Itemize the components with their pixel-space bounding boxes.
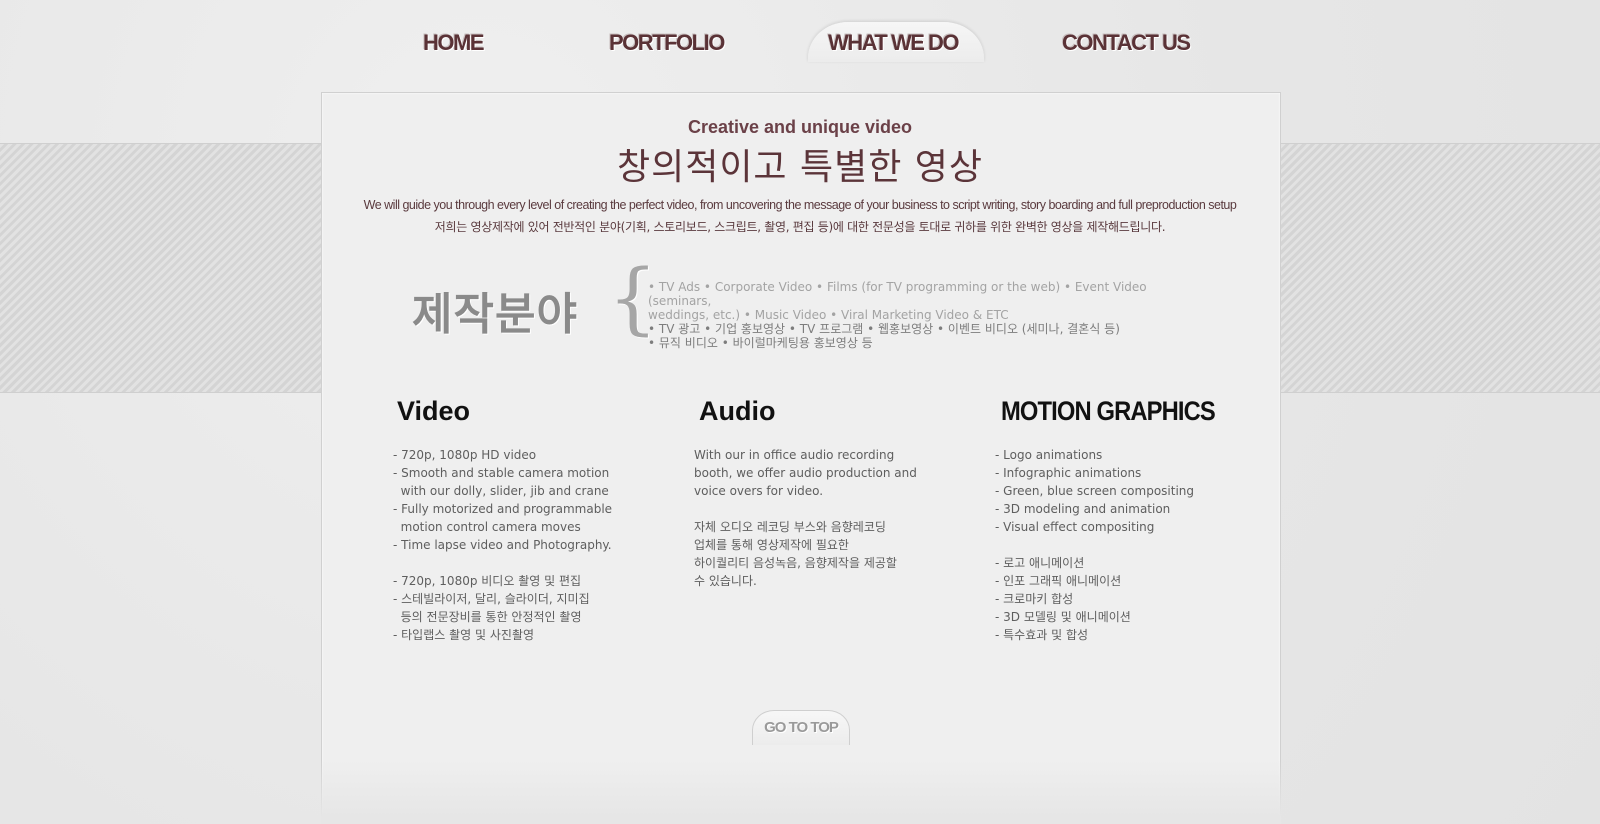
- motion-graphics-description: - Logo animations - Infographic animatio…: [995, 448, 1195, 642]
- production-fields-list: • TV Ads • Corporate Video • Films (for …: [648, 280, 1208, 350]
- nav-home[interactable]: HOME: [423, 30, 485, 56]
- page: HOME PORTFOLIO WHAT WE DO CONTACT US Cre…: [0, 0, 1600, 824]
- fields-ko-line-1: • TV 광고 • 기업 홍보영상 • TV 프로그램 • 웹홍보영상 • 이벤…: [648, 322, 1120, 336]
- video-description: - 720p, 1080p HD video - Smooth and stab…: [393, 448, 613, 642]
- motion-graphics-title: MOTION GRAPHICS: [1001, 396, 1216, 426]
- panel-bottom-fade: [321, 760, 1281, 824]
- fields-en-line-1: • TV Ads • Corporate Video • Films (for …: [648, 280, 1147, 308]
- nav-portfolio[interactable]: PORTFOLIO: [609, 30, 725, 56]
- page-title: 창의적이고 특별한 영상: [616, 147, 984, 188]
- audio-title: Audio: [699, 396, 776, 426]
- intro-text-en: We will guide you through every level of…: [363, 198, 1237, 212]
- fields-en-line-2: weddings, etc.) • Music Video • Viral Ma…: [648, 308, 1009, 322]
- production-fields-label: 제작분야: [412, 289, 578, 340]
- intro-text-ko: 저희는 영상제작에 있어 전반적인 분야(기획, 스토리보드, 스크립트, 촬영…: [434, 220, 1166, 234]
- nav-what-we-do[interactable]: WHAT WE DO: [828, 30, 960, 56]
- subtitle-en: Creative and unique video: [687, 117, 913, 137]
- go-to-top-button[interactable]: GO TO TOP: [752, 710, 850, 745]
- top-navigation: HOME PORTFOLIO WHAT WE DO CONTACT US: [0, 0, 1600, 90]
- audio-description: With our in office audio recording booth…: [694, 448, 917, 588]
- fields-ko-line-2: • 뮤직 비디오 • 바이럴마케팅용 홍보영상 등: [648, 336, 873, 350]
- video-title: Video: [397, 396, 471, 426]
- nav-contact-us[interactable]: CONTACT US: [1062, 30, 1191, 56]
